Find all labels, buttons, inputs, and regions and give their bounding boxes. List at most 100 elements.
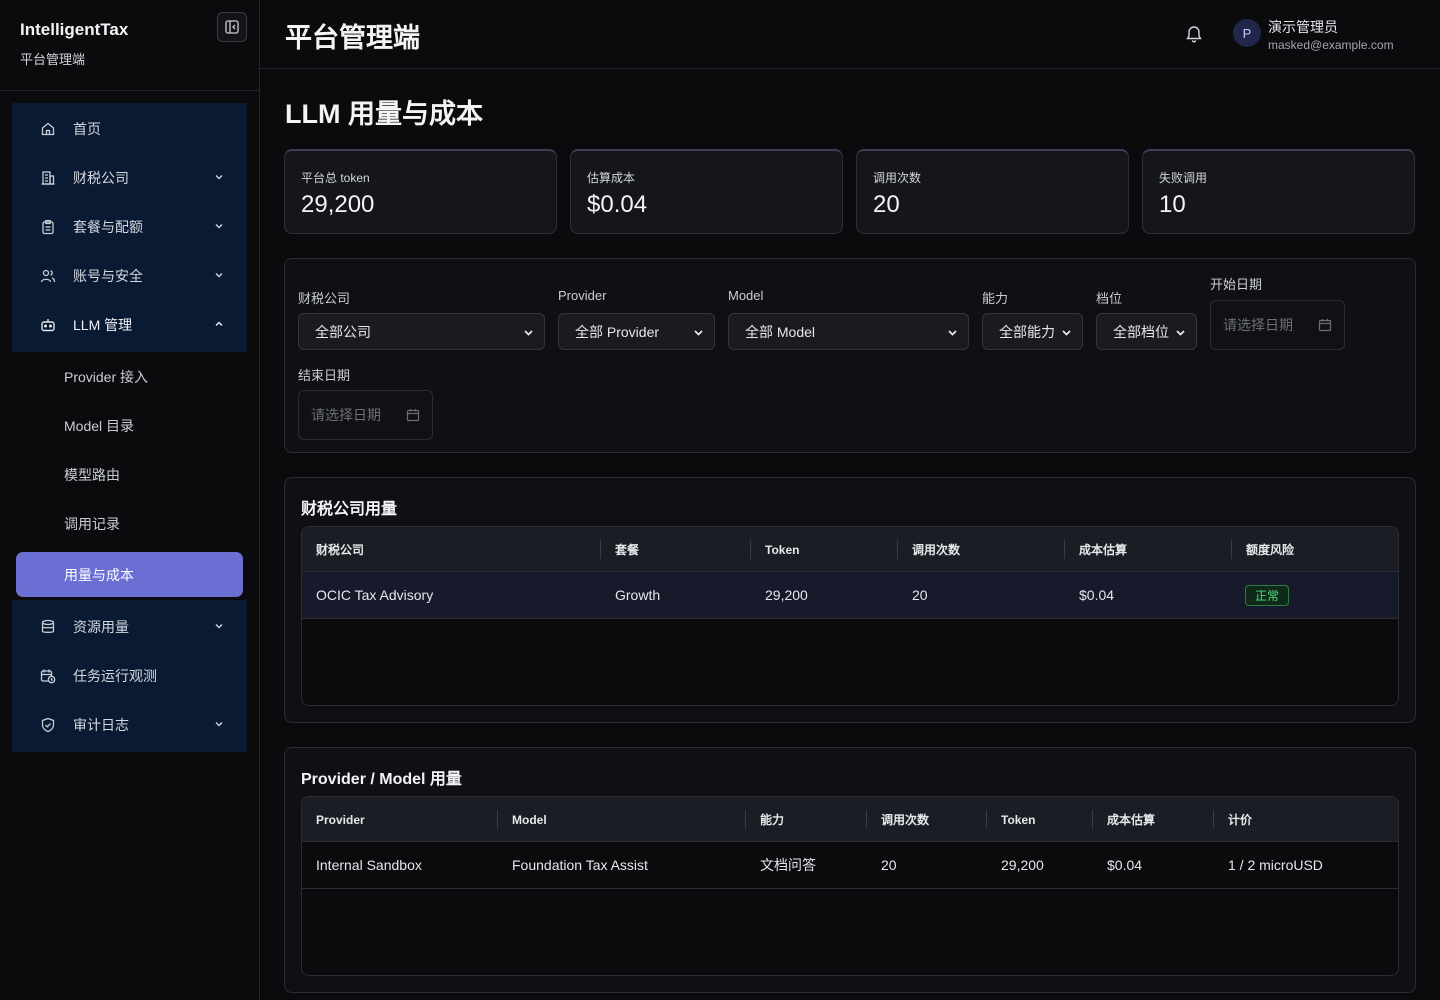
column-header: 财税公司 [316, 543, 365, 557]
sidebar-subitem-label: 用量与成本 [64, 566, 134, 583]
sidebar-item-label: 首页 [73, 120, 101, 137]
brand-subtitle: 平台管理端 [20, 52, 86, 67]
page-title: LLM 用量与成本 [285, 99, 483, 129]
column-header: Token [765, 542, 800, 557]
column-divider [1213, 810, 1214, 829]
sidebar-subitem-provider[interactable]: Provider 接入 [16, 354, 243, 399]
stat-value: 10 [1159, 191, 1186, 218]
sidebar-item-label: 审计日志 [73, 716, 129, 733]
bell-icon[interactable] [1184, 24, 1204, 44]
stat-label: 失败调用 [1159, 171, 1208, 185]
table-row[interactable]: OCIC Tax Advisory Growth 29,200 20 $0.04… [302, 572, 1398, 619]
stat-card-estimated-cost: 估算成本 $0.04 [570, 149, 843, 234]
column-header: 套餐 [615, 543, 640, 557]
sidebar-item-accounts[interactable]: 账号与安全 [12, 251, 247, 300]
tier-select-value: 全部档位 [1113, 323, 1169, 340]
sidebar-subitem-call-log[interactable]: 调用记录 [16, 501, 243, 546]
sidebar-item-llm[interactable]: LLM 管理 [12, 300, 247, 349]
sidebar-item-home[interactable]: 首页 [12, 104, 247, 153]
chevron-down-icon [215, 272, 223, 278]
user-email: masked@example.com [1268, 38, 1394, 52]
column-header: Token [1001, 812, 1036, 827]
column-header: 计价 [1228, 813, 1253, 827]
sidebar: IntelligentTax 平台管理端 首页 财税公司 套餐与配额 账号与安全… [0, 0, 260, 1000]
sidebar-item-label: 套餐与配额 [73, 218, 143, 235]
sidebar-subitem-model[interactable]: Model 目录 [16, 403, 243, 448]
start-date-placeholder: 请选择日期 [1223, 317, 1293, 333]
column-divider [497, 810, 498, 829]
sidebar-item-label: 账号与安全 [73, 267, 143, 284]
column-divider [1064, 540, 1065, 559]
cell-calls: 20 [881, 857, 897, 873]
chevron-up-icon [215, 321, 223, 327]
calendar-clock-icon [40, 668, 56, 684]
capability-select-value: 全部能力 [999, 323, 1055, 340]
cell-token: 29,200 [765, 587, 808, 603]
sidebar-item-plans[interactable]: 套餐与配额 [12, 202, 247, 251]
column-divider [897, 540, 898, 559]
provider-model-usage-table: Provider Model 能力 调用次数 Token 成本估算 计价 Int… [301, 796, 1399, 976]
home-icon [40, 121, 56, 137]
users-icon [40, 268, 56, 284]
filter-panel: 财税公司 全部公司 Provider 全部 Provider Model 全部 … [284, 258, 1416, 453]
chevron-down-icon [215, 721, 223, 727]
clipboard-icon [40, 219, 56, 235]
cell-pricing: 1 / 2 microUSD [1228, 857, 1323, 873]
column-divider [745, 810, 746, 829]
table-header: 财税公司 套餐 Token 调用次数 成本估算 额度风险 [302, 527, 1398, 572]
stat-label: 平台总 token [301, 171, 370, 185]
cell-cost: $0.04 [1079, 587, 1115, 603]
cell-plan: Growth [615, 587, 661, 603]
column-divider [1231, 540, 1232, 559]
avatar[interactable]: P [1233, 19, 1261, 47]
column-divider [600, 540, 601, 559]
chevron-down-icon [524, 330, 533, 336]
cell-token: 29,200 [1001, 857, 1044, 873]
sidebar-item-audit-log[interactable]: 审计日志 [12, 700, 247, 749]
sidebar-item-task-observe[interactable]: 任务运行观测 [12, 651, 247, 700]
filter-label-end-date: 结束日期 [298, 368, 351, 383]
filter-label-model: Model [728, 288, 764, 303]
company-usage-panel: 财税公司用量 财税公司 套餐 Token 调用次数 成本估算 额度风险 OCIC… [284, 477, 1416, 723]
user-name: 演示管理员 [1268, 19, 1338, 35]
sidebar-item-resources[interactable]: 资源用量 [12, 602, 247, 651]
column-header: 成本估算 [1079, 543, 1128, 557]
column-divider [1092, 810, 1093, 829]
cell-cost: $0.04 [1107, 857, 1143, 873]
sidebar-subitem-usage-cost[interactable]: 用量与成本 [16, 552, 243, 597]
filter-label-provider: Provider [558, 288, 607, 303]
sidebar-subitem-routing[interactable]: 模型路由 [16, 452, 243, 497]
filter-label-company: 财税公司 [298, 291, 351, 306]
stat-value: 29,200 [301, 191, 375, 218]
sidebar-collapse-button[interactable] [217, 12, 247, 42]
filter-label-start-date: 开始日期 [1210, 277, 1263, 292]
chevron-down-icon [948, 330, 957, 336]
sidebar-subitem-label: 模型路由 [64, 466, 120, 483]
sidebar-item-label: 资源用量 [73, 618, 129, 635]
sidebar-divider [0, 90, 259, 91]
chevron-down-icon [1176, 330, 1185, 336]
filter-label-capability: 能力 [982, 291, 1009, 306]
capability-select[interactable]: 全部能力 [982, 313, 1083, 350]
column-header: 能力 [760, 813, 785, 827]
stat-label: 调用次数 [873, 171, 922, 185]
stat-label: 估算成本 [587, 171, 636, 185]
end-date-picker[interactable]: 请选择日期 [298, 390, 433, 440]
stat-card-failed-calls: 失败调用 10 [1142, 149, 1415, 234]
column-header: 额度风险 [1246, 543, 1295, 557]
model-select[interactable]: 全部 Model [728, 313, 969, 350]
company-select[interactable]: 全部公司 [298, 313, 545, 350]
sidebar-item-companies[interactable]: 财税公司 [12, 153, 247, 202]
cell-provider: Internal Sandbox [316, 857, 422, 873]
start-date-picker[interactable]: 请选择日期 [1210, 300, 1345, 350]
cell-calls: 20 [912, 587, 928, 603]
provider-select[interactable]: 全部 Provider [558, 313, 715, 350]
status-badge: 正常 [1245, 585, 1290, 606]
column-header: 调用次数 [881, 813, 930, 827]
provider-model-usage-panel: Provider / Model 用量 Provider Model 能力 调用… [284, 747, 1416, 993]
tier-select[interactable]: 全部档位 [1096, 313, 1197, 350]
table-row[interactable]: Internal Sandbox Foundation Tax Assist 文… [302, 842, 1398, 889]
panel-title: 财税公司用量 [301, 501, 398, 518]
sidebar-item-label: 财税公司 [73, 169, 129, 186]
panel-title: Provider / Model 用量 [301, 771, 462, 788]
